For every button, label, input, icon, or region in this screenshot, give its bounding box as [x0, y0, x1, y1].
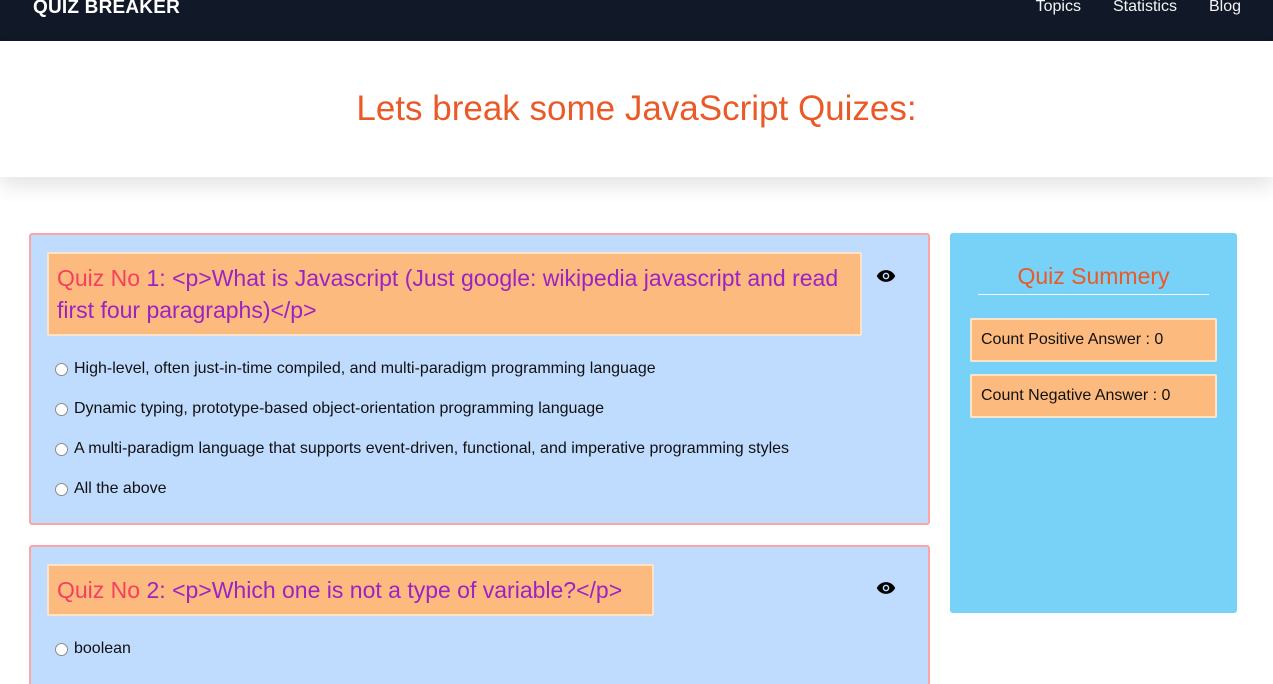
- options-list: High-level, often just-in-time compiled,…: [55, 349, 789, 509]
- quiz-no-label: Quiz No: [57, 577, 141, 603]
- quiz-question: Quiz No 1: <p>What is Javascript (Just g…: [47, 252, 862, 336]
- options-list: boolean: [55, 629, 131, 669]
- nav-link-statistics[interactable]: Statistics: [1113, 0, 1177, 16]
- summary-title: Quiz Summery: [978, 263, 1209, 295]
- hero-banner: Lets break some JavaScript Quizes:: [0, 41, 1273, 177]
- quiz-card: Quiz No 1: <p>What is Javascript (Just g…: [29, 233, 930, 525]
- radio-button[interactable]: [55, 642, 68, 656]
- nav-link-topics[interactable]: Topics: [1036, 0, 1081, 16]
- eye-icon[interactable]: [876, 269, 896, 283]
- quiz-question-text: <p>Which one is not a type of variable?<…: [172, 577, 623, 603]
- page-title: Lets break some JavaScript Quizes:: [356, 89, 917, 128]
- option-label: A multi-paradigm language that supports …: [74, 440, 790, 457]
- option-label: boolean: [74, 640, 131, 657]
- option-label: Dynamic typing, prototype-based object-o…: [74, 400, 605, 417]
- option-label: All the above: [74, 480, 167, 497]
- quiz-number: 1:: [146, 265, 166, 291]
- answer-option[interactable]: A multi-paradigm language that supports …: [55, 429, 789, 469]
- brand-logo[interactable]: QUIZ BREAKER: [33, 0, 180, 19]
- quiz-number: 2:: [146, 577, 166, 603]
- quiz-question-text: <p>What is Javascript (Just google: wiki…: [57, 265, 839, 323]
- eye-icon[interactable]: [876, 581, 896, 595]
- radio-button[interactable]: [55, 482, 68, 496]
- radio-button[interactable]: [55, 402, 68, 416]
- quiz-no-label: Quiz No: [57, 265, 141, 291]
- nav-link-blog[interactable]: Blog: [1209, 0, 1241, 16]
- quiz-question: Quiz No 2: <p>Which one is not a type of…: [47, 564, 654, 616]
- count-negative: Count Negative Answer : 0: [970, 374, 1217, 418]
- answer-option[interactable]: Dynamic typing, prototype-based object-o…: [55, 389, 789, 429]
- quiz-card: Quiz No 2: <p>Which one is not a type of…: [29, 545, 930, 684]
- answer-option[interactable]: boolean: [55, 629, 131, 669]
- radio-button[interactable]: [55, 362, 68, 376]
- nav-links: Topics Statistics Blog: [1036, 0, 1241, 16]
- quiz-summary-panel: Quiz Summery Count Positive Answer : 0 C…: [950, 233, 1237, 613]
- radio-button[interactable]: [55, 442, 68, 456]
- option-label: High-level, often just-in-time compiled,…: [74, 360, 656, 377]
- answer-option[interactable]: All the above: [55, 469, 789, 509]
- navbar: QUIZ BREAKER Topics Statistics Blog: [0, 0, 1273, 41]
- count-positive: Count Positive Answer : 0: [970, 318, 1217, 362]
- answer-option[interactable]: High-level, often just-in-time compiled,…: [55, 349, 789, 389]
